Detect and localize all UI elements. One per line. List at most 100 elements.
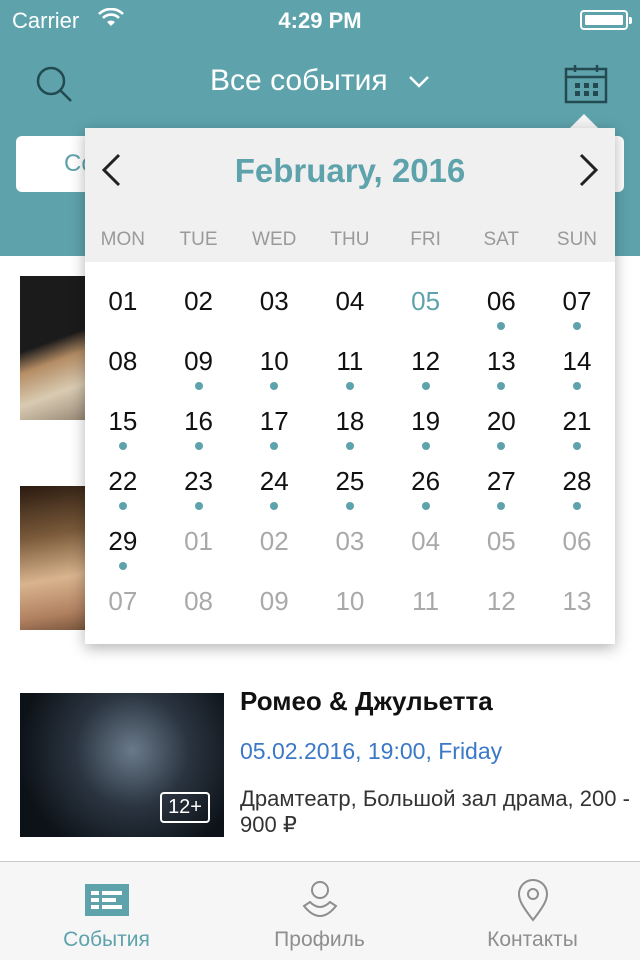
calendar-day-number: 01 [108,286,138,316]
calendar-day[interactable]: 04 [312,272,388,332]
calendar-day[interactable]: 20 [463,392,539,452]
calendar-day-number: 13 [486,346,516,376]
calendar-day-number: 01 [184,526,213,556]
calendar-day-number: 02 [184,286,213,316]
calendar-day[interactable]: 21 [539,392,615,452]
calendar-day[interactable]: 07 [539,272,615,332]
location-pin-icon [517,879,549,922]
tab-contacts[interactable]: Контакты [426,862,639,960]
event-indicator-dot [194,502,203,510]
clock: 4:29 PM [278,8,362,33]
calendar-day[interactable]: 27 [463,452,539,512]
event-indicator-dot [421,442,430,450]
calendar-day-number: 10 [335,586,365,616]
calendar-day[interactable]: 09 [161,332,237,392]
event-indicator-dot [270,442,279,450]
events-filter-dropdown[interactable]: Все события [0,64,640,98]
calendar-day[interactable]: 18 [312,392,388,452]
calendar-day-number: 25 [335,466,365,496]
calendar-day[interactable]: 08 [161,572,237,632]
calendar-day-number: 06 [562,526,592,556]
calendar-day[interactable]: 13 [539,572,615,632]
calendar-day[interactable]: 10 [312,572,388,632]
calendar-day-number: 12 [411,346,441,376]
calendar-day-number: 27 [486,466,516,496]
calendar-day[interactable]: 01 [161,512,237,572]
calendar-popover: February, 2016 MON TUE WED THU FRI SAT SUN 01 0… [85,128,615,644]
event-indicator-dot [118,442,127,450]
chevron-down-icon [409,76,429,88]
calendar-day-number: 11 [412,586,440,616]
header-title: Все события [210,64,388,97]
tab-events[interactable]: События [0,862,213,960]
calendar-day-number: 13 [562,586,592,616]
calendar-day[interactable]: 24 [236,452,312,512]
tab-profile[interactable]: Профиль [213,862,426,960]
event-date[interactable]: 05.02.2016, 19:00, Friday [240,738,502,765]
calendar-day[interactable]: 11 [388,572,464,632]
calendar-day-number: 07 [108,586,138,616]
calendar-day[interactable]: 08 [85,332,161,392]
calendar-icon[interactable] [564,64,608,104]
calendar-day[interactable]: 05 [463,512,539,572]
calendar-day-number: 07 [562,286,592,316]
event-title[interactable]: Ромео & Джульетта [240,686,493,717]
calendar-day-number: 05 [411,286,441,316]
calendar-day[interactable]: 19 [388,392,464,452]
event-indicator-dot [421,382,430,390]
tab-label: Профиль [274,928,365,951]
calendar-day[interactable]: 25 [312,452,388,512]
calendar-day-number: 23 [184,466,213,496]
calendar-day[interactable]: 03 [312,512,388,572]
calendar-day[interactable]: 29 [85,512,161,572]
calendar-day[interactable]: 11 [312,332,388,392]
calendar-weekday-label: SUN [556,229,598,250]
calendar-day[interactable]: 07 [85,572,161,632]
status-bar: Carrier 4:29 PM [0,0,640,40]
calendar-day-number: 04 [411,526,441,556]
calendar-day[interactable]: 22 [85,452,161,512]
calendar-day-number: 18 [335,406,365,436]
calendar-day[interactable]: 06 [539,512,615,572]
calendar-day[interactable]: 12 [463,572,539,632]
calendar-day[interactable]: 16 [161,392,237,452]
calendar-day[interactable]: 04 [388,512,464,572]
event-indicator-dot [497,322,506,330]
calendar-weekday-label: THU [330,229,370,250]
calendar-day-number: 02 [259,526,289,556]
calendar-day[interactable]: 02 [236,512,312,572]
event-indicator-dot [497,382,506,390]
calendar-day[interactable]: 15 [85,392,161,452]
event-indicator-dot [270,502,279,510]
calendar-day[interactable]: 05 [388,272,464,332]
calendar-grid: 01 02 03 04 05 06 07 08 09 10 11 12 13 14 15 16 17 18 19 20… [85,272,615,632]
calendar-day[interactable]: 26 [388,452,464,512]
calendar-day[interactable]: 12 [388,332,464,392]
calendar-weekdays: MON TUE WED THU FRI SAT SUN [85,229,615,251]
calendar-day[interactable]: 10 [236,332,312,392]
calendar-day[interactable]: 28 [539,452,615,512]
calendar-day[interactable]: 13 [463,332,539,392]
chevron-right-icon[interactable] [577,152,601,188]
calendar-popover-arrow [570,114,598,128]
list-icon [85,884,129,916]
calendar-day[interactable]: 17 [236,392,312,452]
calendar-day-number: 09 [259,586,289,616]
age-rating-badge: 12+ [160,792,210,823]
calendar-day-number: 19 [411,406,441,436]
calendar-day-number: 16 [184,406,213,436]
event-thumbnail[interactable]: 12+ [20,693,224,837]
calendar-day[interactable]: 02 [161,272,237,332]
calendar-day-number: 05 [486,526,516,556]
event-indicator-dot [497,442,506,450]
event-indicator-dot [118,502,127,510]
calendar-day[interactable]: 14 [539,332,615,392]
calendar-month-title: February, 2016 [234,152,466,189]
calendar-day-number: 14 [562,346,592,376]
calendar-day[interactable]: 03 [236,272,312,332]
calendar-day[interactable]: 01 [85,272,161,332]
calendar-day[interactable]: 09 [236,572,312,632]
calendar-day[interactable]: 06 [463,272,539,332]
calendar-day[interactable]: 23 [161,452,237,512]
calendar-weekday-label: SAT [483,229,520,250]
